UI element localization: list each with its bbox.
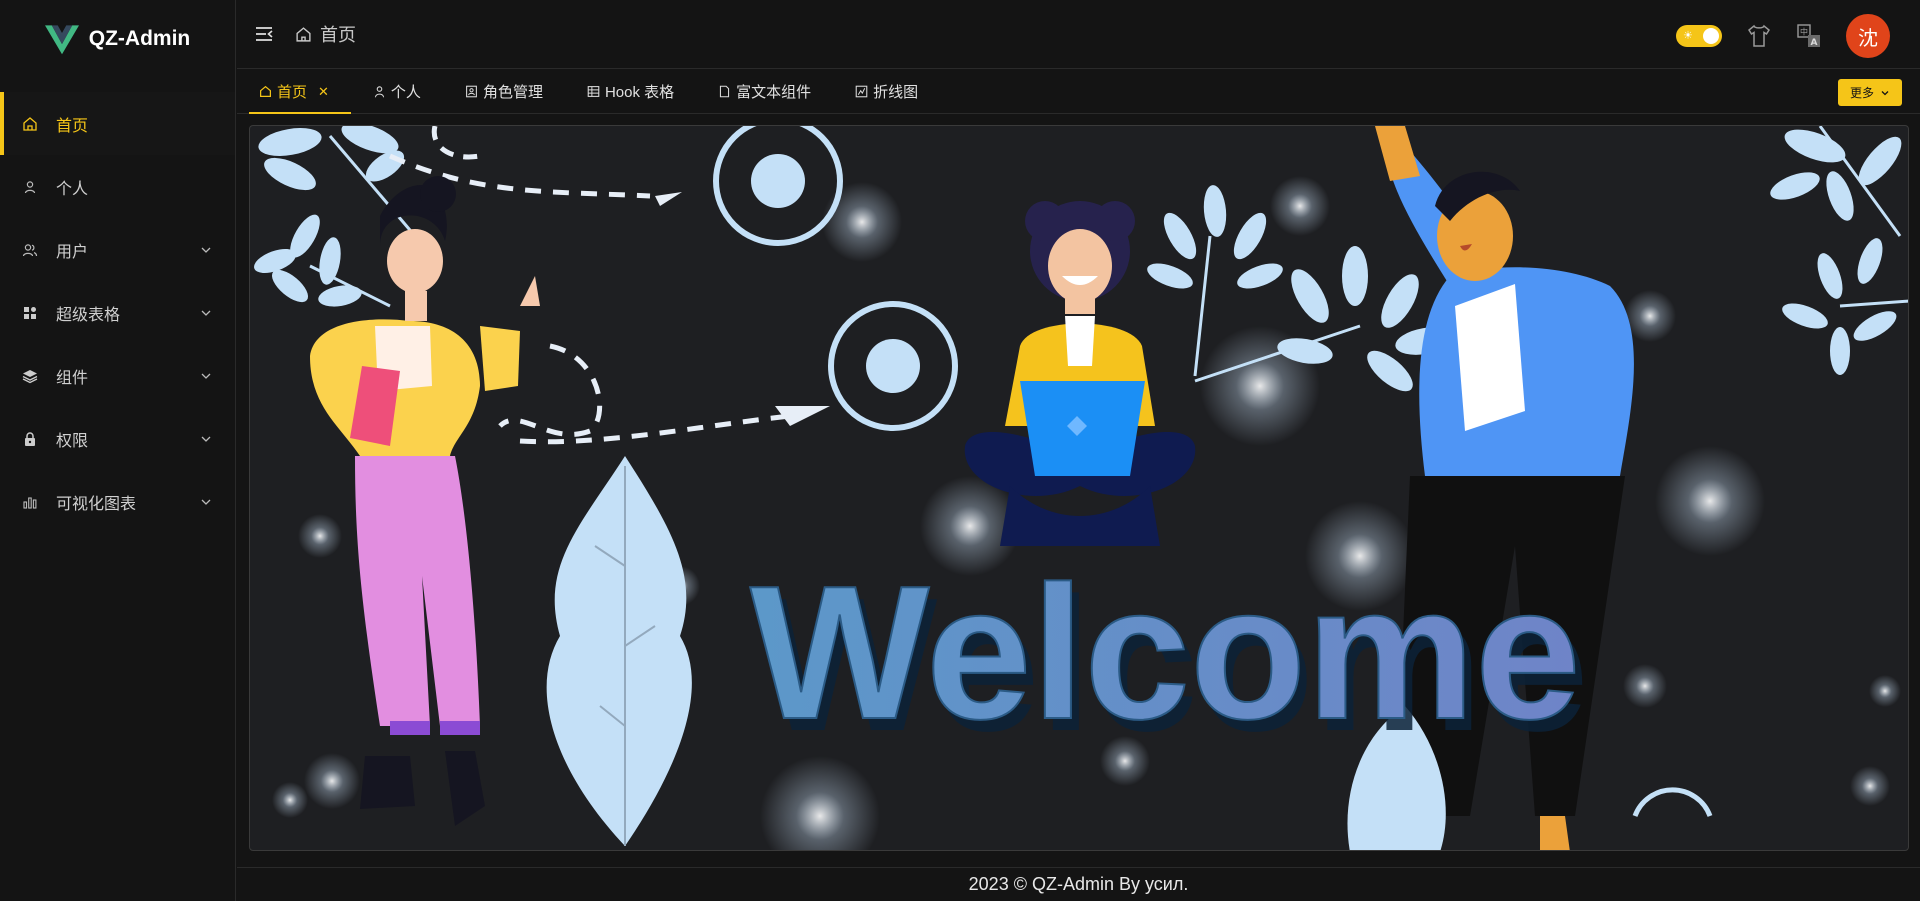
tree-left	[546, 456, 692, 846]
sidebar-item-label: 组件	[56, 369, 89, 387]
chevron-down-icon	[1881, 90, 1889, 95]
translate-icon[interactable]: 中A	[1796, 23, 1822, 49]
tshirt-icon[interactable]	[1746, 23, 1772, 49]
footer: 2023 © QZ-Admin By усил.	[237, 867, 1920, 901]
sidebar-item-profile[interactable]: 个人	[0, 155, 235, 218]
tab-label: 角色管理	[482, 84, 543, 101]
welcome-illustration: Welcome Welcome	[254, 126, 1908, 850]
woman-figure	[310, 176, 540, 826]
sidebar-item-components[interactable]: 组件	[0, 344, 235, 407]
document-icon	[720, 85, 730, 98]
chevron-down-icon	[201, 247, 211, 253]
tab-label: 个人	[390, 84, 421, 101]
welcome-text: Welcome	[750, 547, 1581, 759]
sidebar-item-charts[interactable]: 可视化图表	[0, 470, 235, 533]
vue-logo-icon	[44, 25, 79, 55]
toggle-knob	[1703, 28, 1719, 44]
sidebar-menu: 首页 个人 用户 超级表格 组件 权限 可视化图表	[0, 92, 235, 533]
home-icon	[260, 85, 271, 97]
sidebar-item-label: 用户	[56, 243, 89, 261]
more-button-label: 更多	[1849, 86, 1874, 100]
tab-line-chart[interactable]: 折线图	[833, 70, 940, 114]
contact-card-icon	[466, 85, 477, 98]
sun-icon: ☀	[1683, 30, 1693, 42]
svg-text:A: A	[1811, 38, 1818, 48]
avatar[interactable]: 沈	[1846, 14, 1890, 58]
layers-icon	[22, 369, 38, 383]
home-icon	[23, 116, 37, 131]
top-right-actions: ☀ 中A 沈	[1676, 14, 1890, 58]
users-icon	[22, 243, 38, 256]
tab-label: 首页	[277, 84, 308, 101]
table-icon	[587, 86, 600, 97]
user-icon	[374, 86, 385, 98]
chevron-down-icon	[201, 499, 211, 505]
tab-label: 富文本组件	[736, 84, 812, 101]
tab-role-management[interactable]: 角色管理	[443, 70, 565, 114]
tab-label: Hook 表格	[604, 84, 675, 101]
grid-icon	[24, 306, 36, 319]
tab-home[interactable]: 首页 ✕	[237, 70, 351, 114]
lock-icon	[25, 431, 35, 446]
user-icon	[24, 180, 36, 193]
menu-fold-icon[interactable]	[253, 23, 275, 45]
breadcrumb[interactable]: 首页	[295, 21, 356, 47]
sidebar-item-home[interactable]: 首页	[0, 92, 235, 155]
footer-copyright: 2023 © QZ-Admin By усил.	[968, 874, 1189, 894]
sidebar-item-label: 可视化图表	[56, 495, 137, 513]
dark-mode-toggle[interactable]: ☀	[1676, 25, 1722, 47]
line-chart-icon	[855, 85, 868, 98]
more-button[interactable]: 更多	[1837, 79, 1902, 106]
tabs-bar: 首页 ✕ 个人 角色管理 Hook 表格 富文本组件 折线图 更多	[237, 70, 1920, 114]
close-icon[interactable]: ✕	[318, 84, 329, 100]
chevron-down-icon	[201, 373, 211, 379]
chevron-down-icon	[201, 310, 211, 316]
sidebar-item-permissions[interactable]: 权限	[0, 407, 235, 470]
chevron-down-icon	[201, 436, 211, 442]
tab-hook-table[interactable]: Hook 表格	[565, 70, 696, 114]
top-bar: 首页 ☀ 中A 沈	[237, 0, 1920, 69]
app-name: QZ-Admin	[88, 27, 191, 50]
sidebar-item-label: 超级表格	[56, 306, 121, 324]
sidebar-item-label: 权限	[56, 432, 89, 450]
tab-profile[interactable]: 个人	[351, 70, 443, 114]
welcome-banner: Welcome Welcome	[249, 125, 1909, 851]
breadcrumb-label: 首页	[320, 25, 356, 45]
sidebar-item-label: 首页	[56, 117, 89, 135]
tab-rich-text[interactable]: 富文本组件	[696, 70, 833, 114]
sidebar-item-super-table[interactable]: 超级表格	[0, 281, 235, 344]
sidebar-item-label: 个人	[56, 180, 89, 198]
home-icon	[296, 26, 311, 42]
bar-chart-icon	[23, 496, 37, 509]
leaf-cluster-top-right	[1770, 129, 1902, 375]
sidebar-item-users[interactable]: 用户	[0, 218, 235, 281]
tab-label: 折线图	[873, 84, 919, 101]
welcome-heading-graphic: Welcome Welcome	[749, 546, 1589, 771]
sidebar: QZ-Admin 首页 个人 用户 超级表格 组件 权限 可视化图表	[0, 0, 236, 901]
svg-text:中: 中	[1800, 27, 1808, 37]
logo[interactable]: QZ-Admin	[0, 0, 235, 78]
